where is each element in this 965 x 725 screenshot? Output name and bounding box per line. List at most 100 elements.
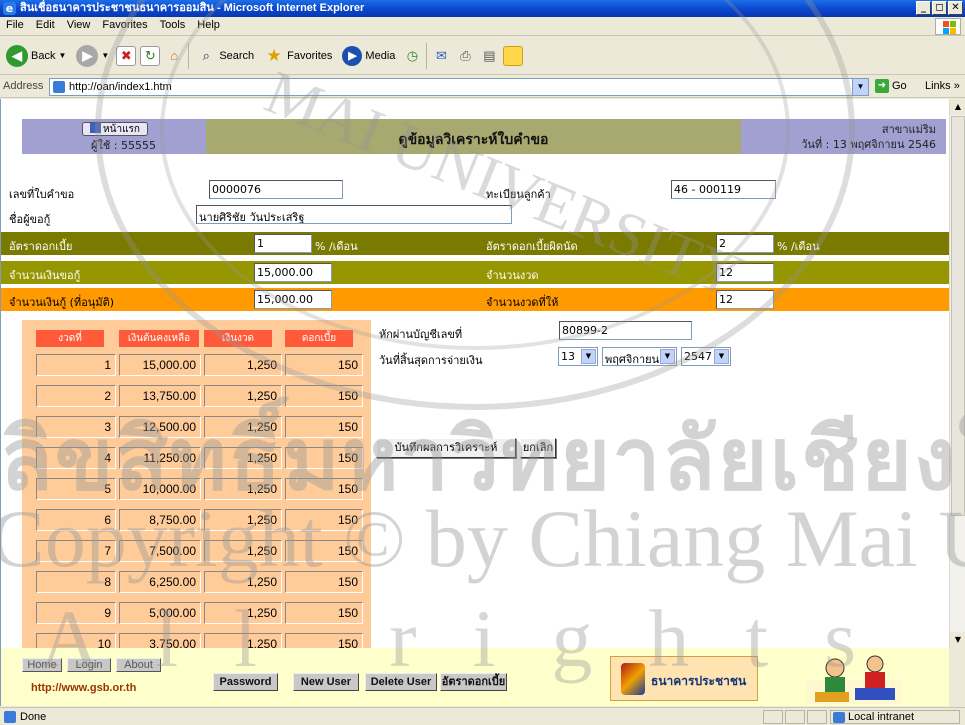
delete-user-button[interactable]: Delete User [365,673,437,691]
toolbar: ◀ Back ▼ ▶ ▼ ✖ ↻ ⌂ ⌕ Search ★ Favorites … [0,37,965,75]
schedule-cell: 150 [285,571,363,593]
schedule-cell: 3,750.00 [119,633,201,648]
schedule-cell: 150 [285,354,363,376]
status-panes [763,710,827,724]
installments-granted-field[interactable]: 12 [716,290,774,309]
minimize-button[interactable]: _ [916,1,931,15]
menu-file[interactable]: File [0,17,30,33]
scroll-up-icon[interactable]: ▲ [950,99,965,115]
search-label: Search [219,49,255,62]
account-field[interactable]: 80899-2 [559,321,692,340]
zone-text: Local intranet [848,711,915,723]
loan-request-field[interactable]: 15,000.00 [254,263,332,282]
menu-favorites[interactable]: Favorites [96,17,153,33]
forward-button[interactable]: ▶ ▼ [73,41,112,71]
menu-view[interactable]: View [61,17,97,33]
status-text: Done [20,711,47,723]
home-page-button[interactable]: หน้าแรก [82,122,148,136]
cancel-button[interactable]: ยกเลิก [520,438,556,458]
installments-field[interactable]: 12 [716,263,774,282]
go-arrow-icon: ➜ [875,79,889,93]
footer-login-link[interactable]: Login [67,658,111,672]
go-button[interactable]: ➜ Go [875,79,907,93]
schedule-cell: 6,250.00 [119,571,201,593]
customer-reg-label: ทะเบียนลูกค้า [486,188,551,201]
schedule-cell: 1,250 [204,416,282,438]
ie-logo-icon: e [3,2,16,15]
loan-approved-field[interactable]: 15,000.00 [254,290,332,309]
vertical-scrollbar[interactable]: ▲ ▼ [949,99,965,648]
header-left: หน้าแรก ผู้ใช้ : 55555 [22,119,206,154]
print-icon[interactable]: ⎙ [455,46,475,66]
schedule-cell: 1,250 [204,478,282,500]
payment-schedule-table: งวดที่ เงินต้นคงเหลือ เงินงวด ดอกเบี้ย 1… [22,320,371,648]
favorites-label: Favorites [287,49,333,62]
due-month-select[interactable]: พฤศจิกายน ▼ [602,347,677,366]
interest-rate-button[interactable]: อัตราดอกเบี้ย [440,673,507,691]
footer-home-link[interactable]: Home [22,658,62,672]
schedule-cell: 1,250 [204,447,282,469]
links-button[interactable]: Links » [925,80,960,92]
home-page-label: หน้าแรก [103,124,140,135]
mail-icon[interactable]: ✉ [431,46,451,66]
schedule-cell: 8,750.00 [119,509,201,531]
page-done-icon [4,711,16,723]
security-zone: Local intranet [830,710,960,724]
page-icon [53,81,65,93]
back-button[interactable]: ◀ Back ▼ [3,41,69,71]
scroll-down-icon[interactable]: ▼ [950,632,965,648]
schedule-cell: 1,250 [204,602,282,624]
window-title: สินเชื่อธนาคารประชาชนธนาคารออมสิน - Micr… [20,2,365,14]
close-button[interactable]: ✕ [948,1,963,15]
edit-icon[interactable]: ▤ [479,46,499,66]
request-no-field[interactable]: 0000076 [209,180,343,199]
toolbar-separator [426,42,428,69]
status-pane [763,710,783,724]
footer-about-link[interactable]: About [116,658,161,672]
penalty-field[interactable]: 2 [716,234,774,253]
user-label: ผู้ใช้ : 55555 [91,139,156,152]
address-input[interactable]: http://oan/index1.htm ▼ [49,78,869,96]
footer: Home Login About http://www.gsb.or.th Pa… [0,648,949,706]
maximize-button[interactable]: ◻ [932,1,947,15]
schedule-cell: 1,250 [204,571,282,593]
interest-field[interactable]: 1 [254,234,312,253]
stop-icon[interactable]: ✖ [116,45,137,66]
borrower-field[interactable]: นายศิริชัย วันประเสริฐ [196,205,512,224]
scroll-thumb[interactable] [951,116,965,516]
website-link[interactable]: http://www.gsb.or.th [31,682,136,694]
menu-edit[interactable]: Edit [30,17,61,33]
password-button[interactable]: Password [213,673,278,691]
bank-name: ธนาคารประชาชน [651,674,747,688]
due-day-select[interactable]: 13 ▼ [558,347,598,366]
favorites-button[interactable]: ★ Favorites [261,41,335,71]
address-bar: Address http://oan/index1.htm ▼ ➜ Go Lin… [0,76,965,98]
home-icon [90,123,102,133]
schedule-cell: 1,250 [204,633,282,648]
refresh-icon[interactable]: ↻ [140,45,161,66]
status-pane [785,710,805,724]
history-icon[interactable]: ◷ [402,46,422,66]
chevron-down-icon[interactable]: ▼ [852,79,868,95]
menu-help[interactable]: Help [191,17,226,33]
chevron-down-icon: ▼ [581,349,596,364]
home-icon[interactable]: ⌂ [164,46,184,66]
title-bar: e สินเชื่อธนาคารประชาชนธนาคารออมสิน - Mi… [0,0,965,17]
schedule-cell: 1 [36,354,116,376]
schedule-cell: 5 [36,478,116,500]
customer-reg-field[interactable]: 46 - 000119 [671,180,776,199]
schedule-cell: 2 [36,385,116,407]
schedule-cell: 7,500.00 [119,540,201,562]
due-year-select[interactable]: 2547 ▼ [681,347,731,366]
page-title: ดูข้อมูลวิเคราะห์ใบคำขอ [398,132,549,148]
interest-row: อัตราดอกเบี้ย 1 % /เดือน อัตราดอกเบี้ยผิ… [1,232,949,255]
schedule-cell: 10,000.00 [119,478,201,500]
media-button[interactable]: ▶ Media [339,41,398,71]
schedule-cell: 150 [285,416,363,438]
search-button[interactable]: ⌕ Search [193,41,257,71]
messenger-icon[interactable] [503,45,524,66]
new-user-button[interactable]: New User [293,673,359,691]
menu-tools[interactable]: Tools [154,17,192,33]
schedule-cell: 150 [285,447,363,469]
save-analysis-button[interactable]: บันทึกผลการวิเคราะห์ [376,438,516,458]
